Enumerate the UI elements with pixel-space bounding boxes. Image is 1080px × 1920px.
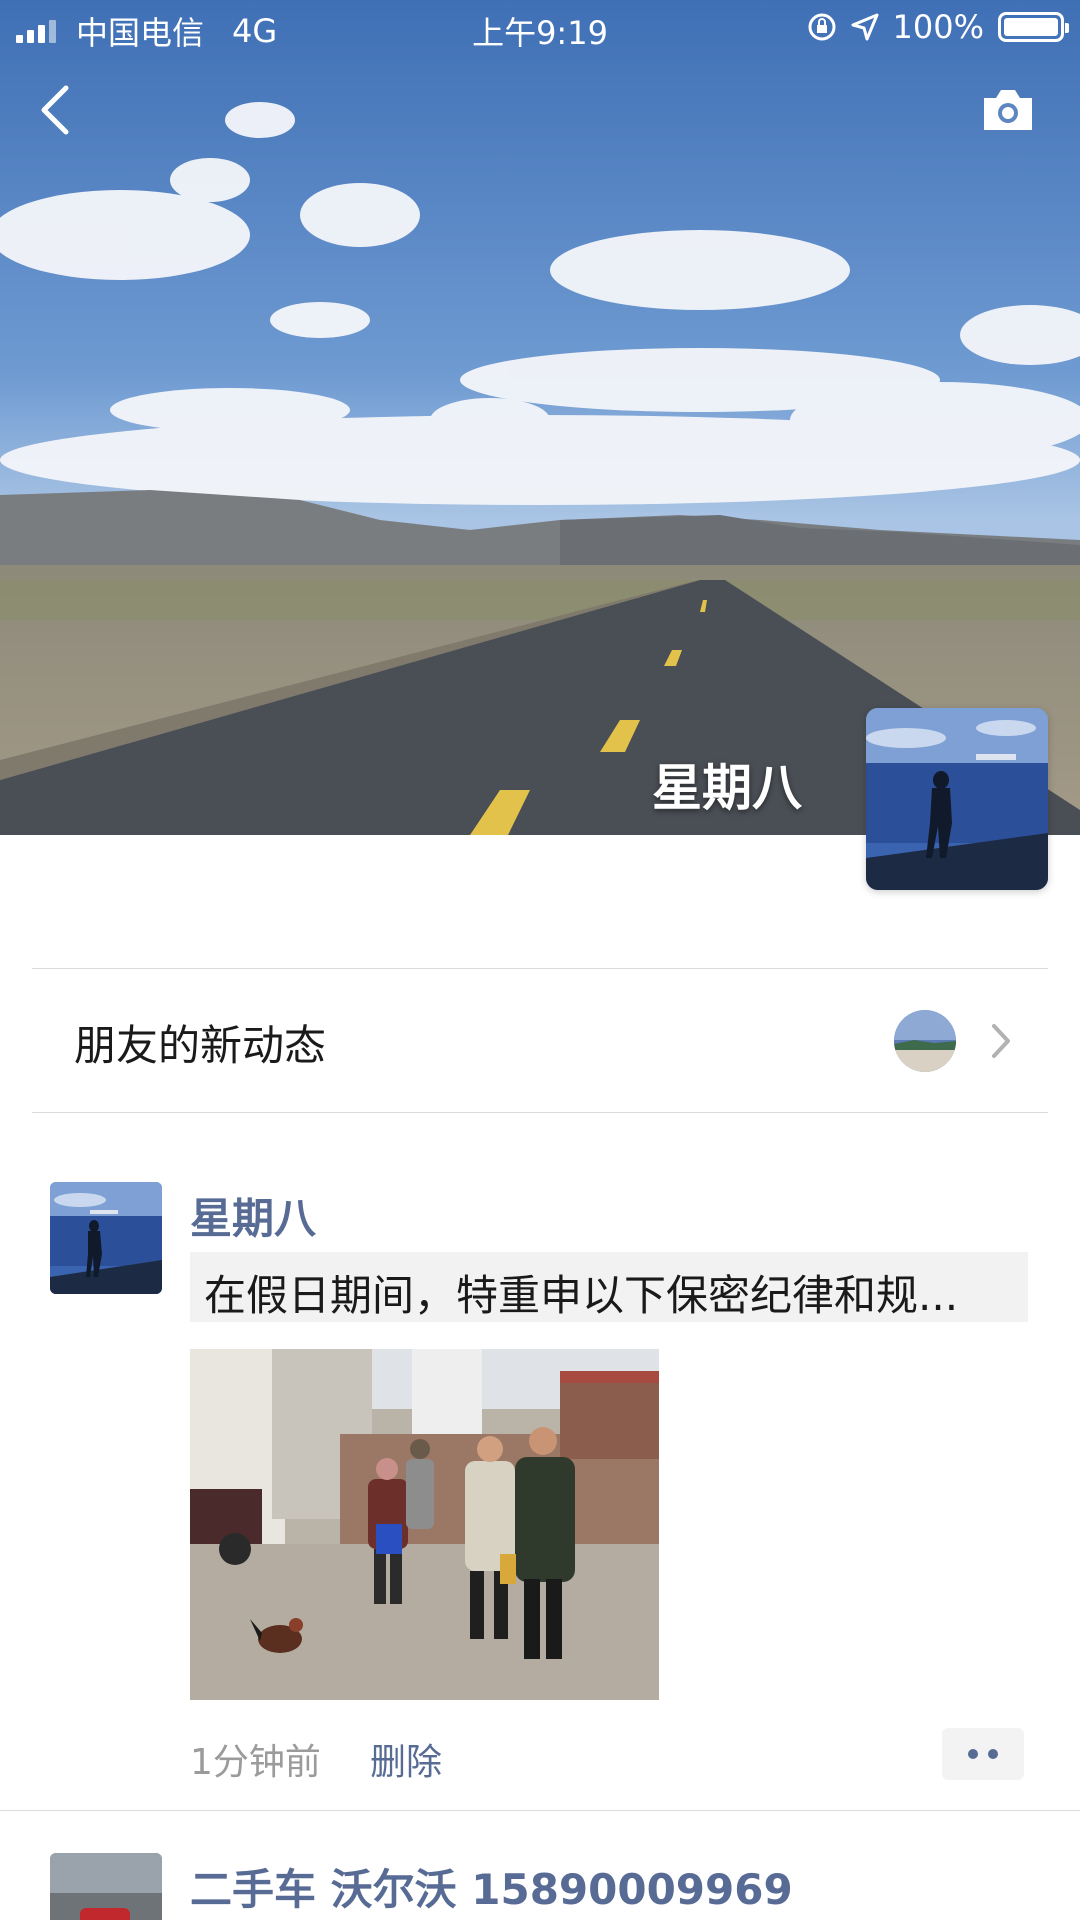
post-text[interactable]: 在假日期间，特重申以下保密纪律和规... [190,1252,1028,1322]
divider [0,1810,1080,1811]
battery-percent: 100% [892,8,984,46]
next-post-author-name[interactable]: 二手车 沃尔沃 15890009969 [190,1856,793,1917]
moments-page: 中国电信 4G 上午9:19 100% 星期八 朋友的新动态 星期八 在假日期间… [0,0,1080,1920]
dot-icon [968,1749,978,1759]
status-bar: 中国电信 4G 上午9:19 100% [0,0,1080,56]
camera-icon [984,90,1032,130]
rotation-lock-icon [808,13,836,41]
chevron-right-icon [992,1024,1010,1058]
back-button[interactable] [36,82,76,138]
friends-updates-row[interactable]: 朋友的新动态 [32,970,1048,1112]
location-icon [851,13,879,41]
divider [32,1112,1048,1113]
profile-name: 星期八 [652,759,802,817]
post-photo[interactable] [190,1349,659,1700]
friends-updates-label: 朋友的新动态 [74,1021,327,1070]
more-actions-button[interactable] [942,1728,1024,1780]
camera-button[interactable] [980,86,1036,132]
divider [32,968,1048,969]
profile-avatar[interactable] [866,708,1048,890]
post-author-avatar[interactable] [50,1182,162,1294]
battery-icon [998,12,1069,42]
post-timestamp: 1分钟前 [190,1742,321,1783]
dot-icon [988,1749,998,1759]
friends-updates-avatar [894,1010,956,1072]
delete-link[interactable]: 删除 [370,1733,442,1785]
status-time: 上午9:19 [472,14,608,52]
post-author-name[interactable]: 星期八 [190,1185,316,1246]
next-post-avatar[interactable] [50,1853,162,1920]
chevron-left-icon [41,85,69,135]
